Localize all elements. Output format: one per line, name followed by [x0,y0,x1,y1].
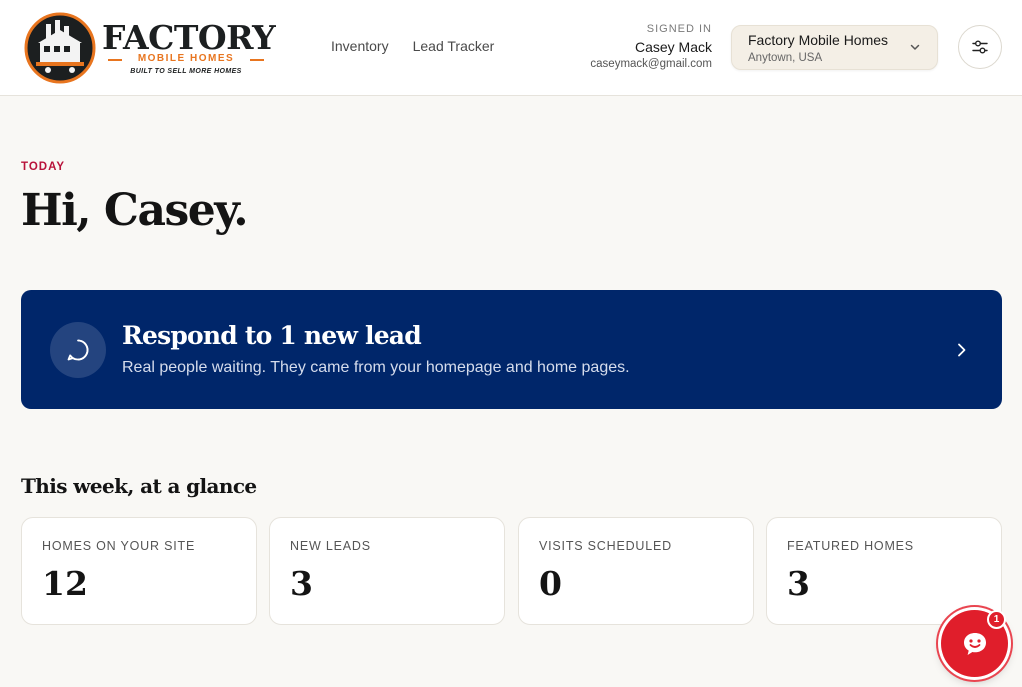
chevron-down-icon [910,44,920,50]
lead-icon-circle [50,322,106,378]
user-email: caseymack@gmail.com [590,58,712,70]
store-name: Factory Mobile Homes [748,32,889,48]
smiley-chat-icon [963,632,986,655]
user-name: Casey Mack [634,39,712,55]
stat-card-new-leads[interactable]: NEW LEADS 3 [269,517,505,625]
store-location: Anytown, USA [748,52,823,64]
glance-section-title: This week, at a glance [21,474,257,498]
chat-bubble-icon [67,339,89,361]
sliders-icon [972,40,988,54]
stat-label: HOMES ON YOUR SITE [42,539,196,553]
brand-subline-row: MOBILE HOMES [108,52,264,68]
top-header: FACTORY MOBILE HOMES BUILT TO SELL MORE … [0,0,1022,96]
stat-value: 3 [787,564,810,603]
stat-value: 12 [42,564,88,603]
factory-logo-icon [24,12,96,84]
brand-rule-right [250,59,264,61]
brand-name: FACTORY [102,18,276,57]
settings-button[interactable] [958,25,1002,69]
stat-value: 0 [539,564,562,603]
signed-in-user: SIGNED IN Casey Mack caseymack@gmail.com [590,22,712,71]
new-lead-banner[interactable]: Respond to 1 new lead Real people waitin… [21,290,1002,409]
brand-rule-left [108,59,122,61]
main-nav: Inventory Lead Tracker [331,38,494,54]
stat-label: NEW LEADS [290,539,371,553]
nav-item-inventory[interactable]: Inventory [331,38,389,54]
lead-banner-subtitle: Real people waiting. They came from your… [122,359,630,376]
brand-logo[interactable]: FACTORY MOBILE HOMES BUILT TO SELL MORE … [24,12,276,84]
stat-label: VISITS SCHEDULED [539,539,672,553]
lead-banner-title: Respond to 1 new lead [122,321,422,350]
nav-item-lead-tracker[interactable]: Lead Tracker [413,38,495,54]
stat-card-homes[interactable]: HOMES ON YOUR SITE 12 [21,517,257,625]
brand-tagline: BUILT TO SELL MORE HOMES [130,68,242,75]
brand-subline: MOBILE HOMES [137,53,235,64]
chat-unread-badge: 1 [987,610,1006,629]
stat-label: FEATURED HOMES [787,539,914,553]
chevron-right-icon [958,343,966,357]
signed-in-label: SIGNED IN [646,23,712,35]
store-selector[interactable]: Factory Mobile Homes Anytown, USA [731,25,938,70]
page-greeting: Hi, Casey. [21,185,249,236]
today-eyebrow: TODAY [21,161,65,173]
stat-value: 3 [290,564,313,603]
stat-card-visits[interactable]: VISITS SCHEDULED 0 [518,517,754,625]
stat-card-featured[interactable]: FEATURED HOMES 3 [766,517,1002,625]
